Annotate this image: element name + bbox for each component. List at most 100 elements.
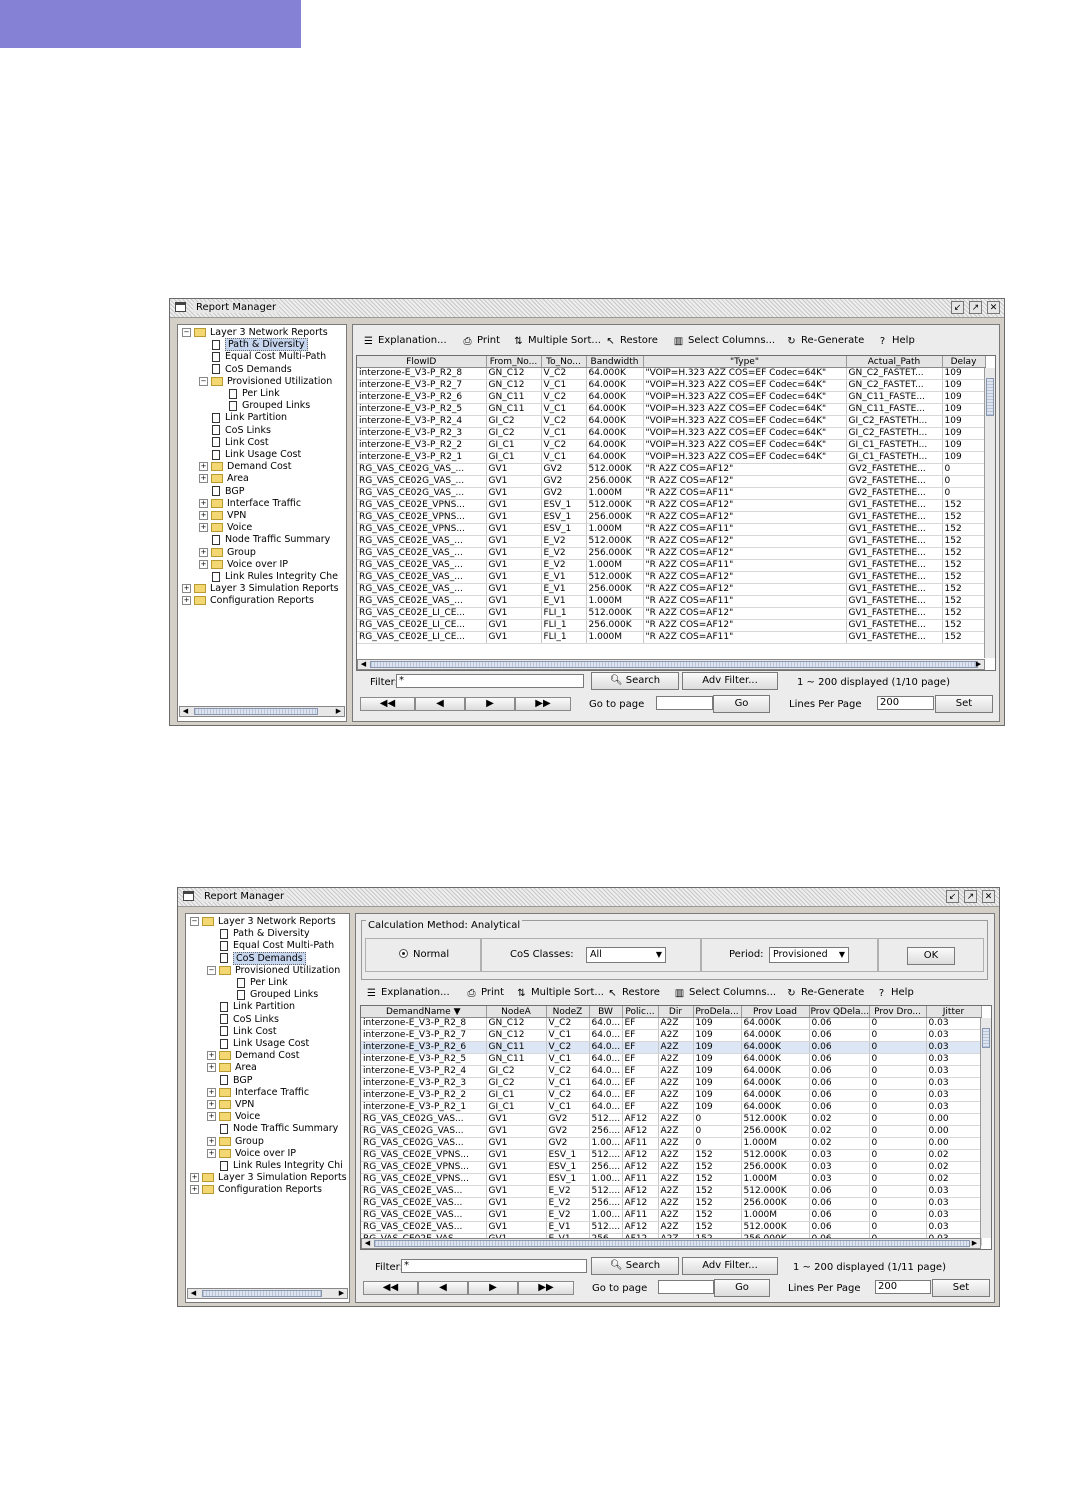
scroll-thumb[interactable] — [194, 708, 318, 715]
first-page-icon[interactable]: ◀◀ — [363, 1281, 418, 1295]
minimize-icon[interactable]: ↙ — [951, 301, 964, 314]
go-button[interactable]: Go — [714, 1279, 770, 1297]
column-header-type[interactable]: "Type" — [643, 356, 847, 368]
table-row[interactable]: RG_VAS_CE02G_VAS... GV1 GV2 512.... AF12 A2Z 0… — [361, 1113, 982, 1126]
column-header-flowid[interactable]: FlowID — [357, 356, 487, 368]
table-row[interactable]: interzone-E_V3-P_R2_6 GN_C11 V_C2 64.000K "V… — [357, 391, 986, 404]
column-header-nodez[interactable]: NodeZ — [546, 1006, 590, 1018]
filter-input[interactable]: * — [396, 674, 584, 688]
tree-item-link-partition[interactable]: Link Partition — [207, 1001, 295, 1013]
collapse-icon[interactable]: − — [190, 917, 199, 926]
table-row[interactable]: interzone-E_V3-P_R2_7 GN_C12 V_C1 64.0... EF… — [361, 1029, 982, 1042]
scroll-right-icon[interactable]: ▶ — [974, 660, 983, 669]
table-row[interactable]: interzone-E_V3-P_R2_4 GI_C2 V_C2 64.000K "VO… — [357, 415, 986, 428]
table-row[interactable]: interzone-E_V3-P_R2_2 GI_C1 V_C2 64.0... EF A… — [361, 1089, 982, 1102]
expand-icon[interactable]: + — [207, 1100, 216, 1109]
tree-item-equal-cost-multi-path[interactable]: Equal Cost Multi-Path — [207, 940, 334, 952]
table-row[interactable]: RG_VAS_CE02E_VPNS... GV1 ESV_1 1.000M "R A2Z… — [357, 523, 986, 536]
table-row[interactable]: RG_VAS_CE02G_VAS... GV1 GV2 1.00... AF11 A2Z 0… — [361, 1137, 982, 1150]
ok-button[interactable]: OK — [907, 947, 955, 965]
expand-icon[interactable]: + — [199, 547, 208, 557]
table-row[interactable]: RG_VAS_CE02E_VPNS... GV1 ESV_1 256.000K "R A… — [357, 511, 986, 524]
column-header-dir[interactable]: Dir — [658, 1006, 694, 1018]
table-row[interactable]: interzone-E_V3-P_R2_4 GI_C2 V_C2 64.0... EF A… — [361, 1065, 982, 1078]
table-row[interactable]: RG_VAS_CE02E_VPNS... GV1 ESV_1 512.... AF12 A… — [361, 1149, 982, 1162]
tree-item-vpn[interactable]: + VPN — [207, 1099, 254, 1111]
column-header-bandwidth[interactable]: Bandwidth — [586, 356, 644, 368]
table-row[interactable]: RG_VAS_CE02E_VAS_... GV1 E_V2 1.000M "R A2Z … — [357, 559, 986, 572]
table-row[interactable]: RG_VAS_CE02G_VAS_... GV1 GV2 512.000K "R A2Z… — [357, 463, 986, 476]
table-row[interactable]: RG_VAS_CE02G_VAS_... GV1 GV2 256.000K "R A2Z… — [357, 475, 986, 488]
lines-per-page-input[interactable]: 200 — [877, 696, 934, 710]
search-button[interactable]: 🔍︎ Search — [591, 672, 679, 690]
explanation-button[interactable]: ☰ Explanation... — [363, 335, 447, 347]
minimize-icon[interactable]: ↙ — [946, 890, 959, 903]
table-row[interactable]: RG_VAS_CE02E_VAS_... GV1 E_V1 256.000K "R A2… — [357, 583, 986, 596]
table-row[interactable]: RG_VAS_CE02E_LI_CE... GV1 FLI_1 256.000K "R … — [357, 619, 986, 632]
table-row[interactable]: RG_VAS_CE02E_VAS... GV1 E_V2 1.00... AF11 A2Z… — [361, 1209, 982, 1222]
scroll-right-icon[interactable]: ▶ — [337, 1289, 346, 1298]
expand-icon[interactable]: + — [207, 1087, 216, 1097]
tree-item-demand-cost[interactable]: + Demand Cost — [207, 1050, 299, 1062]
tree-item-layer-3-simulation-reports[interactable]: + Layer 3 Simulation Reports — [182, 583, 339, 595]
select-columns-button[interactable]: ▥ Select Columns... — [674, 987, 776, 999]
print-button[interactable]: ⎙ Print — [466, 987, 505, 999]
table-row[interactable]: RG_VAS_CE02E_VAS_... GV1 E_V2 512.000K "R A2… — [357, 535, 986, 548]
collapse-icon[interactable]: − — [207, 965, 216, 975]
tree-item-interface-traffic[interactable]: + Interface Traffic — [199, 498, 301, 510]
tree-item-node-traffic-summary[interactable]: Node Traffic Summary — [199, 534, 330, 546]
tree-item-link-usage-cost[interactable]: Link Usage Cost — [199, 449, 301, 461]
tree-item-voice[interactable]: + Voice — [199, 522, 252, 534]
scroll-left-icon[interactable]: ◀ — [181, 707, 190, 716]
next-page-icon[interactable]: ▶ — [468, 1281, 518, 1295]
tree-item-link-rules-integrity-che[interactable]: Link Rules Integrity Che — [199, 571, 338, 583]
table-row[interactable]: interzone-E_V3-P_R2_1 GI_C1 V_C1 64.0... EF A… — [361, 1101, 982, 1114]
search-button[interactable]: 🔍︎ Search — [591, 1257, 679, 1275]
tree-item-bgp[interactable]: BGP — [207, 1075, 252, 1087]
close-icon[interactable]: ✕ — [987, 301, 1000, 314]
tree-item-grouped-links[interactable]: Grouped Links — [224, 989, 318, 1001]
scroll-right-icon[interactable]: ▶ — [334, 707, 343, 716]
tree-item-cos-links[interactable]: CoS Links — [207, 1014, 279, 1026]
table-row[interactable]: interzone-E_V3-P_R2_7 GN_C12 V_C1 64.000K "V… — [357, 379, 986, 392]
table-row[interactable]: RG_VAS_CE02E_VPNS... GV1 ESV_1 512.000K "R A… — [357, 499, 986, 512]
expand-icon[interactable]: + — [190, 1173, 199, 1183]
scroll-thumb[interactable] — [202, 1290, 322, 1297]
tree-item-cos-demands[interactable]: CoS Demands — [199, 364, 292, 376]
table-row[interactable]: interzone-E_V3-P_R2_1 GI_C1 V_C1 64.000K "VO… — [357, 451, 986, 464]
lines-per-page-input[interactable]: 200 — [875, 1280, 931, 1294]
tree-item-bgp[interactable]: BGP — [199, 486, 244, 498]
goto-page-input[interactable] — [658, 1280, 714, 1294]
tree-horizontal-scrollbar[interactable]: ◀ ▶ — [187, 1288, 348, 1299]
regenerate-button[interactable]: ↻ Re-Generate — [786, 987, 864, 999]
tree-item-layer-3-network-reports[interactable]: − Layer 3 Network Reports — [190, 916, 336, 928]
table-row[interactable]: RG_VAS_CE02E_VAS... GV1 E_V2 256.... AF12 A2Z… — [361, 1197, 982, 1210]
last-page-icon[interactable]: ▶▶ — [515, 697, 571, 711]
column-header-prodela[interactable]: ProDela... — [693, 1006, 742, 1018]
scroll-right-icon[interactable]: ▶ — [970, 1239, 979, 1248]
table-vertical-scrollbar[interactable] — [984, 368, 995, 658]
tree-item-equal-cost-multi-path[interactable]: Equal Cost Multi-Path — [199, 351, 326, 363]
go-button[interactable]: Go — [713, 695, 770, 713]
expand-icon[interactable]: + — [190, 1185, 199, 1195]
tree-item-demand-cost[interactable]: + Demand Cost — [199, 461, 291, 473]
expand-icon[interactable]: + — [207, 1136, 216, 1146]
collapse-icon[interactable]: − — [199, 376, 208, 386]
tree-item-voice-over-ip[interactable]: + Voice over IP — [199, 559, 288, 571]
tree-item-provisioned-utilization[interactable]: − Provisioned Utilization — [207, 965, 340, 977]
goto-page-input[interactable] — [656, 696, 713, 710]
adv-filter-button[interactable]: Adv Filter... — [682, 672, 778, 690]
tree-item-voice[interactable]: + Voice — [207, 1111, 260, 1123]
window-title-bar[interactable]: Report Manager ↙ ↗ ✕ — [178, 888, 999, 907]
tree-item-per-link[interactable]: Per Link — [224, 977, 288, 989]
tree-item-configuration-reports[interactable]: + Configuration Reports — [190, 1184, 322, 1196]
explanation-button[interactable]: ☰ Explanation... — [366, 987, 450, 999]
tree-item-node-traffic-summary[interactable]: Node Traffic Summary — [207, 1123, 338, 1135]
tree-item-group[interactable]: + Group — [199, 547, 256, 559]
first-page-icon[interactable]: ◀◀ — [360, 697, 415, 711]
table-row[interactable]: RG_VAS_CE02G_VAS... GV1 GV2 256.... AF12 A2Z 0… — [361, 1125, 982, 1138]
tree-item-layer-3-network-reports[interactable]: − Layer 3 Network Reports — [182, 327, 328, 339]
maximize-icon[interactable]: ↗ — [969, 301, 982, 314]
table-row[interactable]: RG_VAS_CE02E_VAS... GV1 E_V1 512.... AF12 A2Z… — [361, 1221, 982, 1234]
scroll-left-icon[interactable]: ◀ — [363, 1239, 372, 1248]
